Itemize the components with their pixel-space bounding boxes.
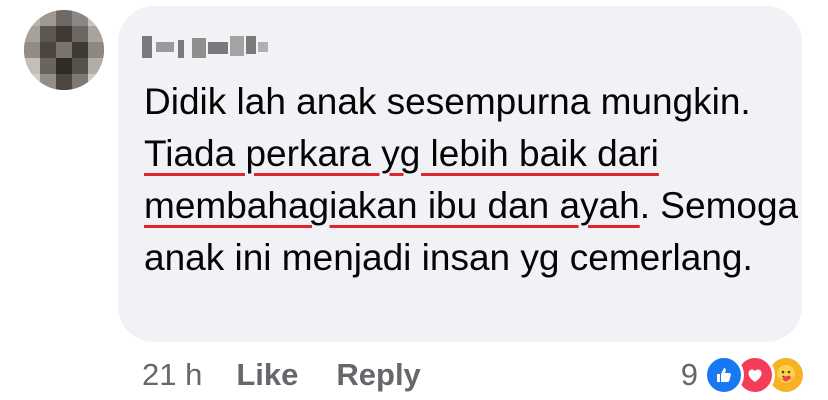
like-icon	[704, 355, 744, 395]
comment-actions: 21 h Like Reply	[142, 354, 459, 396]
reaction-count: 9	[680, 357, 698, 392]
reply-button[interactable]: Reply	[336, 357, 420, 393]
comment-text-part: Didik lah anak sesempurna mungkin.	[144, 81, 751, 122]
like-button[interactable]: Like	[236, 357, 298, 393]
author-name[interactable]	[142, 28, 272, 62]
timestamp[interactable]: 21 h	[142, 357, 202, 393]
comment-text: Didik lah anak sesempurna mungkin. Tiada…	[144, 76, 804, 284]
avatar[interactable]	[24, 10, 104, 90]
reaction-summary[interactable]: 9	[681, 354, 806, 396]
highlighted-text: ayah	[559, 185, 640, 226]
comment-bubble: Didik lah anak sesempurna mungkin. Tiada…	[118, 6, 802, 342]
